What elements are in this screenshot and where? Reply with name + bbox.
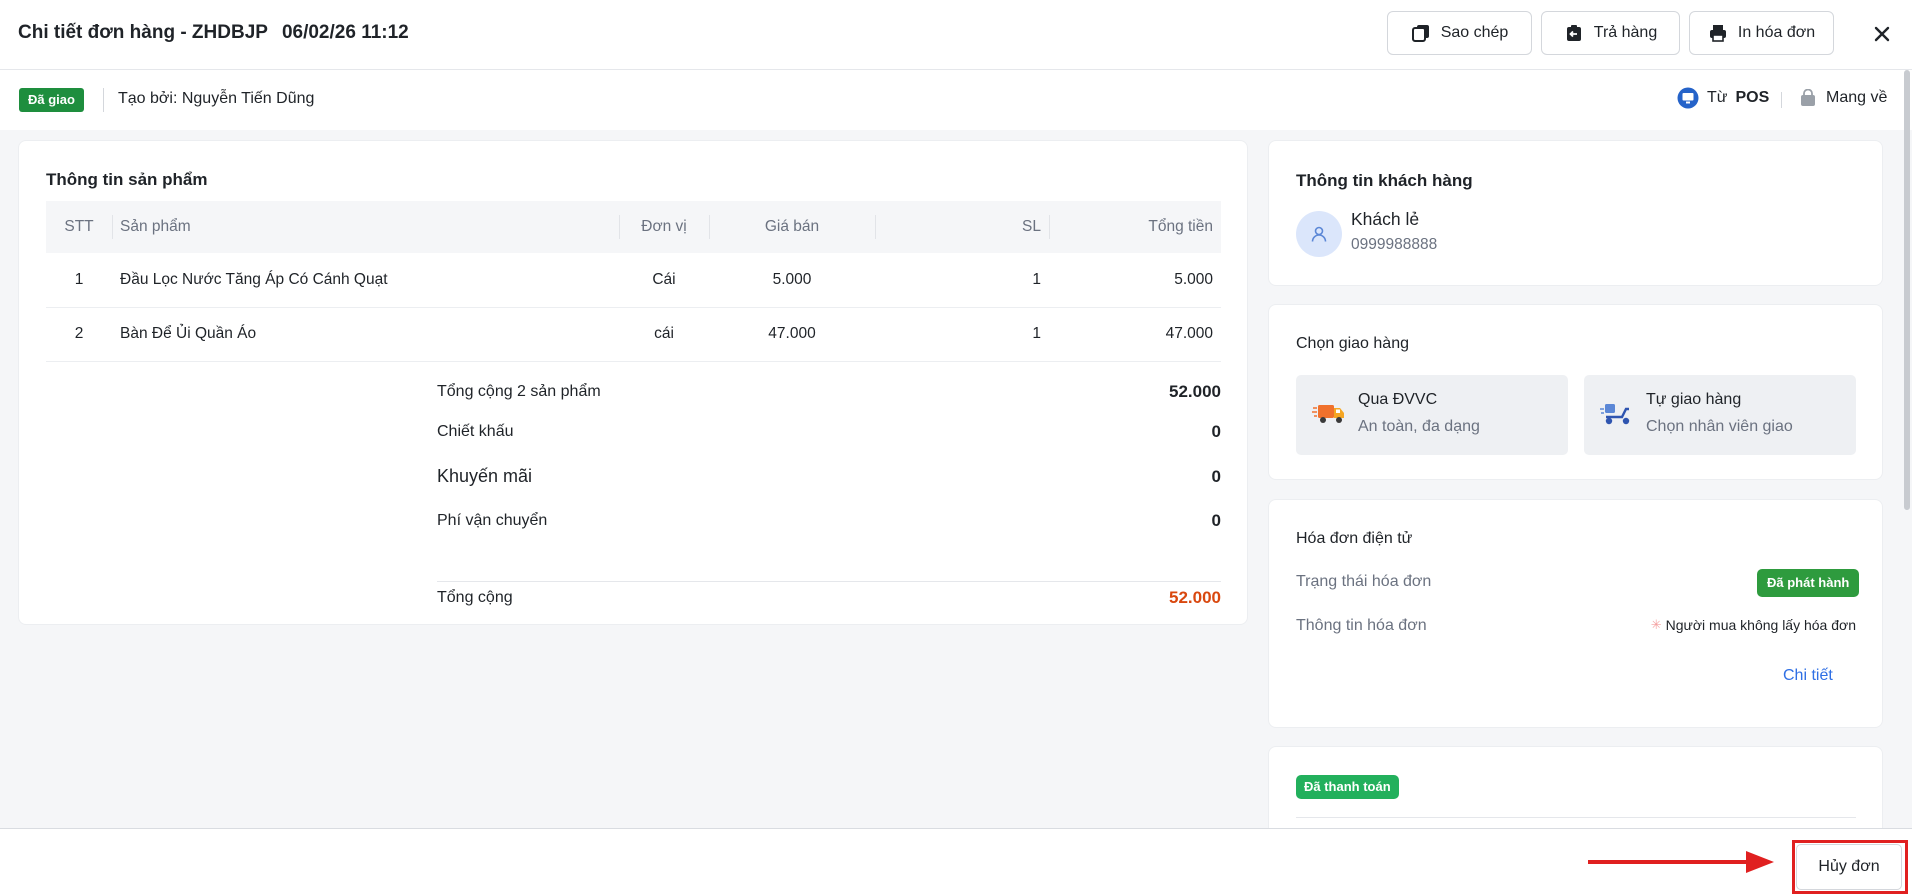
dialog-footer: Hủy đơn bbox=[0, 828, 1912, 895]
discount-value: 0 bbox=[1211, 422, 1221, 441]
col-stt: STT bbox=[64, 218, 94, 235]
order-datetime: 06/02/26 11:12 bbox=[281, 22, 409, 43]
grand-total-row: Tổng cộng 52.000 bbox=[437, 571, 1221, 625]
customer-phone: 0999988888 bbox=[1351, 236, 1438, 253]
table-row: 1 Đầu Lọc Nước Tăng Áp Có Cánh Quạt Cái … bbox=[46, 253, 1221, 307]
row-qty: 1 bbox=[1032, 325, 1041, 342]
discount-row: Chiết khấu 0 bbox=[437, 422, 1221, 442]
promotion-row: Khuyến mãi 0 bbox=[437, 466, 1221, 487]
carrier-delivery-option[interactable]: Qua ĐVVC An toàn, đa dạng bbox=[1296, 375, 1568, 455]
e-invoice-title: Hóa đơn điện tử bbox=[1296, 530, 1413, 547]
col-qty: SL bbox=[875, 201, 1049, 253]
avatar bbox=[1296, 211, 1342, 257]
delivery-title: Chọn giao hàng bbox=[1296, 335, 1409, 352]
table-row: 2 Bàn Để Ủi Quần Áo cái 47.000 1 47.000 bbox=[46, 307, 1221, 361]
table-header-row: STT Sản phẩm Đơn vị Giá bán SL Tổng tiền bbox=[46, 201, 1221, 253]
scooter-icon bbox=[1600, 404, 1630, 425]
order-title-text: Chi tiết đơn hàng - ZHDBJP bbox=[18, 22, 268, 43]
print-invoice-label: In hóa đơn bbox=[1737, 24, 1816, 41]
shipping-fee-row: Phí vận chuyển 0 bbox=[437, 511, 1221, 531]
divider bbox=[1296, 817, 1856, 818]
print-invoice-button[interactable]: In hóa đơn bbox=[1689, 11, 1834, 55]
invoice-info-text: Người mua không lấy hóa đơn bbox=[1665, 617, 1856, 633]
copy-button[interactable]: Sao chép bbox=[1387, 11, 1532, 55]
col-unit: Đơn vị bbox=[619, 201, 709, 253]
customer-info-card: Thông tin khách hàng Khách lẻ 0999988888 bbox=[1268, 140, 1883, 286]
created-by: Tạo bởi: Nguyễn Tiến Dũng bbox=[118, 90, 315, 107]
asterisk-icon: ✳ bbox=[1650, 617, 1662, 632]
product-info-card: Thông tin sản phẩm STT Sản phẩm Đơn vị G… bbox=[18, 140, 1248, 625]
col-total: Tổng tiền bbox=[1049, 201, 1221, 253]
divider bbox=[103, 88, 104, 112]
shipping-fee-label: Phí vận chuyển bbox=[437, 512, 548, 529]
order-title: Chi tiết đơn hàng - ZHDBJP 06/02/26 11:12 bbox=[18, 22, 409, 44]
row-product-name: Bàn Để Ủi Quần Áo bbox=[120, 325, 257, 342]
delivery-card: Chọn giao hàng Qua ĐVVC An toàn, đa dạng… bbox=[1268, 304, 1883, 480]
delivery-truck-icon bbox=[1312, 405, 1344, 423]
invoice-info-label: Thông tin hóa đơn bbox=[1296, 617, 1427, 634]
row-price: 5.000 bbox=[772, 270, 812, 288]
row-total: 5.000 bbox=[1174, 270, 1213, 288]
copy-icon bbox=[1411, 25, 1429, 42]
printer-icon bbox=[1709, 25, 1726, 42]
invoice-status-label: Trạng thái hóa đơn bbox=[1296, 573, 1432, 590]
grand-total-label: Tổng cộng bbox=[437, 589, 513, 606]
takeaway-label: Mang về bbox=[1826, 89, 1888, 106]
row-stt: 1 bbox=[74, 270, 84, 288]
product-info-title: Thông tin sản phẩm bbox=[46, 170, 208, 189]
carrier-option-subtitle: An toàn, đa dạng bbox=[1358, 418, 1480, 435]
shipping-fee-value: 0 bbox=[1211, 511, 1221, 530]
order-source: Từ POS bbox=[1677, 87, 1769, 109]
discount-label: Chiết khấu bbox=[437, 423, 514, 440]
order-status-bar: Đã giao Tạo bởi: Nguyễn Tiến Dũng Từ POS … bbox=[0, 70, 1912, 130]
grand-total-value: 52.000 bbox=[1169, 588, 1221, 607]
col-price: Giá bán bbox=[709, 201, 875, 253]
promotion-value: 0 bbox=[1211, 466, 1221, 486]
takeaway-type: Mang về bbox=[1800, 89, 1887, 107]
row-price: 47.000 bbox=[768, 325, 816, 342]
pointer-arrow-icon bbox=[1588, 851, 1774, 873]
invoice-detail-link[interactable]: Chi tiết bbox=[1783, 667, 1833, 685]
carrier-option-title: Qua ĐVVC bbox=[1358, 391, 1438, 408]
row-unit: Cái bbox=[652, 270, 676, 288]
customer-info-title: Thông tin khách hàng bbox=[1296, 171, 1473, 190]
scrollbar[interactable] bbox=[1904, 70, 1910, 510]
col-product: Sản phẩm bbox=[112, 201, 619, 253]
e-invoice-card: Hóa đơn điện tử Trạng thái hóa đơn Đã ph… bbox=[1268, 499, 1883, 728]
subtotal-row: Tổng cộng 2 sản phẩm 52.000 bbox=[437, 382, 1221, 402]
return-box-icon bbox=[1566, 25, 1581, 41]
source-prefix: Từ bbox=[1707, 89, 1728, 106]
product-table: STT Sản phẩm Đơn vị Giá bán SL Tổng tiền… bbox=[46, 201, 1221, 362]
self-delivery-option[interactable]: Tự giao hàng Chọn nhân viên giao bbox=[1584, 375, 1856, 455]
subtotal-value: 52.000 bbox=[1169, 382, 1221, 401]
self-delivery-subtitle: Chọn nhân viên giao bbox=[1646, 418, 1793, 435]
invoice-issued-badge: Đã phát hành bbox=[1757, 569, 1860, 597]
row-total: 47.000 bbox=[1165, 325, 1213, 342]
return-button[interactable]: Trả hàng bbox=[1541, 11, 1680, 55]
dialog-header: Chi tiết đơn hàng - ZHDBJP 06/02/26 11:12… bbox=[0, 0, 1912, 70]
highlight-box bbox=[1792, 840, 1908, 894]
copy-button-label: Sao chép bbox=[1440, 24, 1509, 41]
source-value: POS bbox=[1735, 89, 1770, 106]
invoice-info-value: ✳ Người mua không lấy hóa đơn bbox=[1651, 617, 1856, 633]
close-icon[interactable] bbox=[1868, 20, 1896, 48]
divider bbox=[1781, 92, 1782, 108]
row-qty: 1 bbox=[1032, 270, 1041, 288]
shopping-bag-icon bbox=[1801, 89, 1815, 106]
user-icon bbox=[1311, 226, 1327, 242]
paid-badge: Đã thanh toán bbox=[1296, 775, 1399, 799]
customer-name: Khách lẻ bbox=[1351, 209, 1420, 229]
promotion-label: Khuyến mãi bbox=[437, 466, 533, 486]
pos-monitor-icon bbox=[1677, 87, 1699, 109]
self-delivery-title: Tự giao hàng bbox=[1646, 391, 1742, 408]
delivered-badge: Đã giao bbox=[19, 88, 84, 112]
row-unit: cái bbox=[654, 325, 674, 342]
return-button-label: Trả hàng bbox=[1593, 24, 1658, 41]
subtotal-label: Tổng cộng 2 sản phẩm bbox=[437, 383, 601, 400]
row-stt: 2 bbox=[74, 325, 84, 342]
row-product-name: Đầu Lọc Nước Tăng Áp Có Cánh Quạt bbox=[120, 270, 388, 288]
